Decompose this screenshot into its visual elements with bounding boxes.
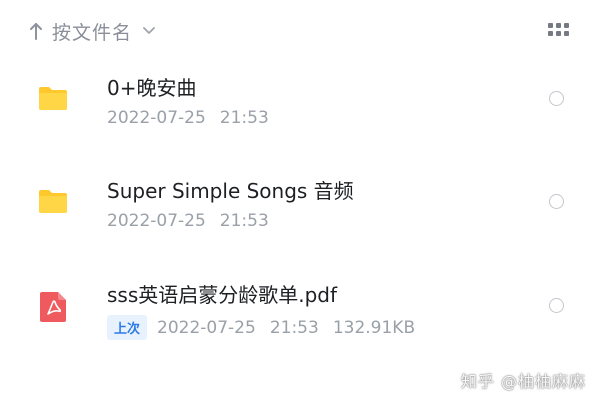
list-item[interactable]: 0+晚安曲 2022-07-25 21:53	[0, 60, 600, 150]
file-time: 21:53	[219, 108, 269, 128]
recent-badge: 上次	[107, 315, 148, 340]
list-item[interactable]: Super Simple Songs 音频 2022-07-25 21:53	[0, 163, 600, 253]
select-radio[interactable]	[549, 91, 564, 106]
file-name: Super Simple Songs 音频	[107, 179, 354, 203]
folder-icon	[37, 85, 69, 111]
file-time: 21:53	[269, 317, 319, 338]
file-date: 2022-07-25	[107, 211, 206, 231]
file-list-screen: 按文件名 0+晚安曲 2022-07-25 21:53 Super Simple…	[0, 0, 600, 410]
file-date: 2022-07-25	[107, 108, 206, 128]
sort-label: 按文件名	[52, 21, 133, 44]
sort-up-arrow-icon	[28, 20, 44, 42]
folder-icon	[37, 188, 69, 214]
list-item[interactable]: sss英语启蒙分龄歌单.pdf 上次 2022-07-25 21:53 132.…	[0, 267, 600, 357]
watermark: 知乎 @柚柚麻麻	[460, 372, 586, 391]
file-size: 132.91KB	[332, 317, 416, 338]
select-radio[interactable]	[549, 298, 564, 313]
grid-view-icon[interactable]	[548, 23, 569, 39]
chevron-down-icon	[142, 24, 156, 38]
file-meta: 上次 2022-07-25 21:53 132.91KB	[107, 315, 415, 340]
file-meta: 2022-07-25 21:53	[107, 211, 269, 231]
sort-control[interactable]: 按文件名	[28, 16, 156, 46]
file-name: 0+晚安曲	[107, 76, 197, 100]
file-name: sss英语启蒙分龄歌单.pdf	[107, 283, 338, 307]
select-radio[interactable]	[549, 194, 564, 209]
pdf-icon	[39, 291, 67, 323]
file-date: 2022-07-25	[157, 317, 256, 338]
file-meta: 2022-07-25 21:53	[107, 108, 269, 128]
file-time: 21:53	[219, 211, 269, 231]
